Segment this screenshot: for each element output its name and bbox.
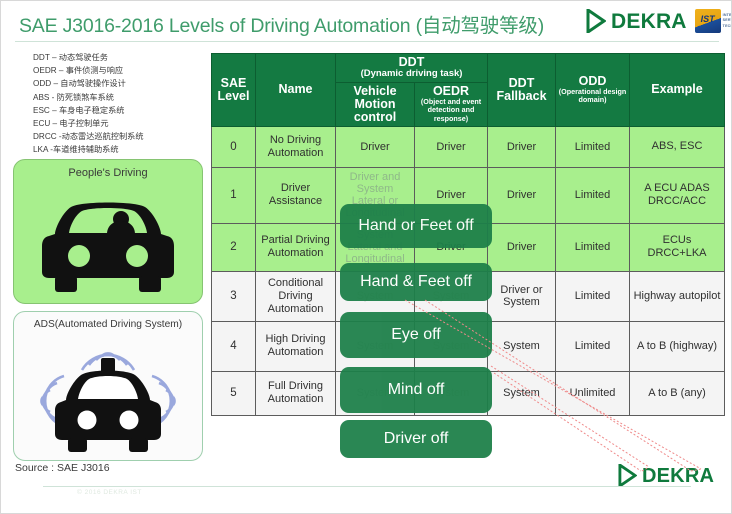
title-divider	[15, 41, 719, 42]
cell-ddt-fallback: Driver	[487, 166, 557, 224]
cell-name: No Driving Automation	[255, 125, 336, 168]
cell-name: Conditional Driving Automation	[255, 270, 336, 322]
dekra-triangle-icon	[586, 9, 606, 33]
cell-level: 1	[211, 166, 256, 224]
dekra-wordmark: DEKRA	[642, 464, 715, 487]
cell-odd: Limited	[555, 125, 631, 168]
table-header-row-1: SAE Level Name DDT (Dynamic driving task…	[211, 53, 726, 127]
cell-ddt-fallback: System	[487, 370, 557, 416]
panel-people-driving-label: People's Driving	[68, 167, 148, 179]
col-header-ddt-fallback: DDT Fallback	[487, 53, 557, 127]
panel-ads-label: ADS(Automated Driving System)	[33, 319, 183, 330]
source-note: Source : SAE J3016	[15, 462, 110, 474]
cell-example: A to B (any)	[629, 370, 726, 416]
ist-tagline-line1: INTEGRATED	[722, 12, 732, 17]
cell-vehicle-motion-control: Driver	[335, 125, 415, 168]
cell-name: High Driving Automation	[255, 320, 336, 372]
dekra-triangle-icon	[618, 464, 637, 487]
cell-name: Partial Driving Automation	[255, 222, 336, 272]
cell-ddt-fallback: System	[487, 320, 557, 372]
abbreviation-item: LKA -车道维持辅助系统	[33, 145, 119, 155]
cell-name: Full Driving Automation	[255, 370, 336, 416]
page-title: SAE J3016-2016 Levels of Driving Automat…	[19, 15, 544, 37]
cell-vehicle-motion-control-text: Driver and System	[349, 171, 401, 195]
overlay-pill-hand-or-feet-off: Hand or Feet off	[340, 204, 492, 248]
panel-people-driving: People's Driving	[13, 159, 203, 304]
overlay-pill-driver-off: Driver off	[340, 420, 492, 458]
col-header-vehicle-motion-control: Vehicle Motion control	[335, 81, 415, 127]
cell-name: Driver Assistance	[255, 166, 336, 224]
panel-ads: ADS(Automated Driving System)	[13, 311, 203, 461]
cell-example: A ECU ADAS DRCC/ACC	[629, 166, 726, 224]
abbreviation-item: ECU – 电子控制单元	[33, 119, 109, 129]
ist-mark-icon: IST	[694, 9, 721, 33]
col-header-ddt-fallback-line2: Fallback	[496, 88, 547, 103]
cell-odd: Unlimited	[555, 370, 631, 416]
slide-canvas: SAE J3016-2016 Levels of Driving Automat…	[0, 0, 732, 514]
cell-odd: Limited	[555, 270, 631, 322]
dekra-wordmark: DEKRA	[611, 9, 687, 33]
cell-level: 0	[211, 125, 256, 168]
overlay-pill-hand-and-feet-off: Hand & Feet off	[340, 263, 492, 301]
cell-example: ECUs DRCC+LKA	[629, 222, 726, 272]
col-header-sae-level-line2: Level	[217, 88, 250, 103]
cell-example: Highway autopilot	[629, 270, 726, 322]
ist-badge: IST INTEGRATED SERVICE TECHNOLOGY	[694, 9, 732, 33]
col-header-oedr-subtitle: (Object and event detection and response…	[420, 96, 482, 123]
col-header-ddt-group: DDT (Dynamic driving task)	[334, 53, 489, 83]
dekra-logo-top: DEKRA IST INTEGRATED SERVICE TECHNOLOGY	[586, 9, 732, 33]
cell-level: 4	[211, 320, 256, 372]
cell-example: A to B (highway)	[629, 320, 726, 372]
copyright-text: © 2016 DEKRA IST	[77, 489, 142, 496]
overlay-pill-mind-off: Mind off	[340, 367, 492, 413]
abbreviation-legend: DDT – 动态驾驶任务 OEDR – 事件侦测与响应 ODD – 自动驾驶操作…	[33, 51, 208, 157]
col-header-sae-level-line1: SAE	[220, 75, 247, 90]
sensor-car-with-radar-waves-icon	[14, 336, 202, 456]
cell-level: 2	[211, 222, 256, 272]
title-bar: SAE J3016-2016 Levels of Driving Automat…	[1, 1, 732, 43]
col-header-odd-subtitle: (Operational design domain)	[558, 86, 627, 105]
col-header-odd: ODD (Operational design domain)	[555, 53, 631, 127]
cell-odd: Limited	[555, 320, 631, 372]
abbreviation-item: ODD – 自动驾驶操作设计	[33, 79, 126, 89]
abbreviation-item: ABS - 防死锁煞车系统	[33, 92, 114, 102]
car-with-driver-icon	[14, 184, 202, 299]
dekra-logo-bottom: DEKRA	[618, 464, 714, 487]
cell-oedr: Driver	[413, 125, 489, 168]
ist-tagline-line2: SERVICE	[722, 18, 731, 23]
col-header-ddt-fallback-line1: DDT	[508, 75, 535, 90]
cell-odd: Limited	[555, 222, 631, 272]
col-header-ddt-group-subtitle: (Dynamic driving task)	[360, 68, 463, 79]
cell-ddt-fallback: Driver or System	[487, 270, 557, 322]
abbreviation-item: ESC – 车身电子稳定系统	[33, 105, 125, 115]
abbreviation-item: DDT – 动态驾驶任务	[33, 53, 108, 62]
cell-level: 3	[211, 270, 256, 322]
col-header-sae-level: SAE Level	[211, 53, 256, 127]
footer-divider	[43, 486, 691, 487]
abbreviation-item: DRCC -动态雷达巡航控制系统	[33, 132, 144, 142]
overlay-pill-eye-off: Eye off	[340, 312, 492, 358]
cell-odd: Limited	[555, 166, 631, 224]
col-header-odd-title: ODD	[578, 73, 607, 88]
col-header-ddt-group-title: DDT	[398, 55, 425, 69]
col-header-example: Example	[629, 53, 726, 127]
ist-mark-label: IST	[700, 14, 715, 24]
col-header-oedr: OEDR (Object and event detection and res…	[413, 81, 489, 127]
abbreviation-item: OEDR – 事件侦测与响应	[33, 66, 124, 76]
cell-ddt-fallback: Driver	[487, 125, 557, 168]
col-header-name: Name	[255, 53, 336, 127]
cell-level: 5	[211, 370, 256, 416]
cell-ddt-fallback: Driver	[487, 222, 557, 272]
table-row: 0 No Driving Automation Driver Driver Dr…	[211, 125, 726, 168]
ist-tagline: INTEGRATED SERVICE TECHNOLOGY	[722, 12, 732, 29]
cell-example: ABS, ESC	[629, 125, 726, 168]
ist-tagline-line3: TECHNOLOGY	[722, 23, 731, 28]
col-header-oedr-title: OEDR	[432, 83, 470, 98]
